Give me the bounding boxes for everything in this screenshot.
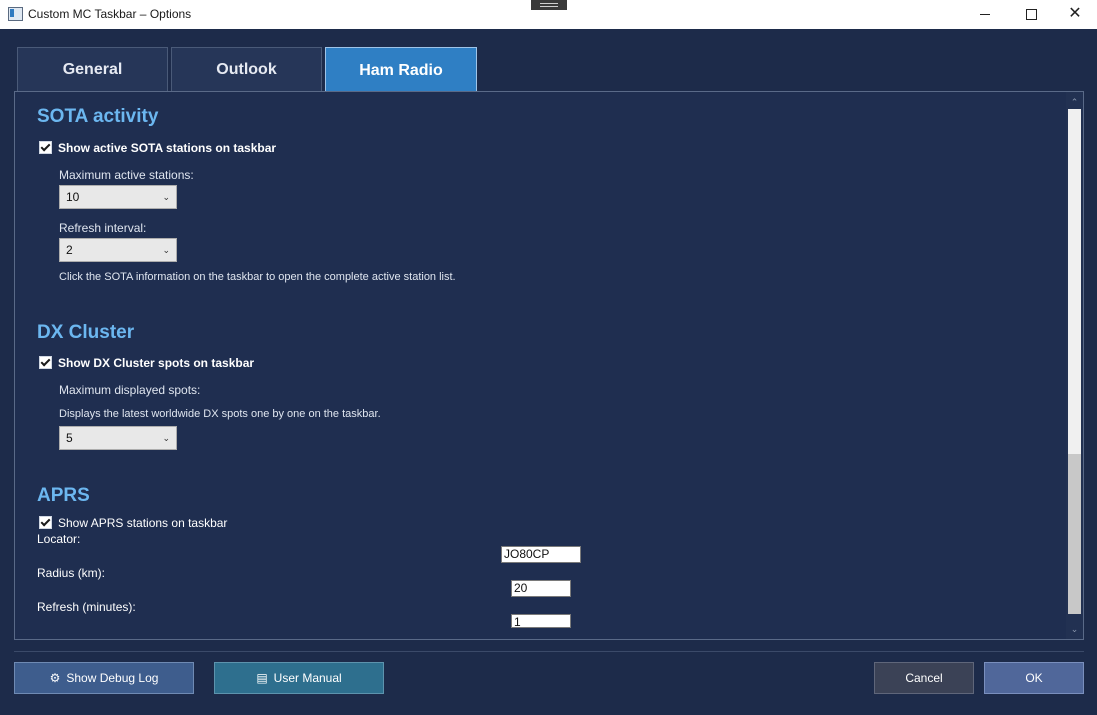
checkbox-checked-icon[interactable] <box>39 356 52 369</box>
dx-hint: Displays the latest worldwide DX spots o… <box>59 408 381 420</box>
window-title: Custom MC Taskbar – Options <box>28 7 192 21</box>
aprs-refresh-input[interactable]: 1 <box>511 614 571 628</box>
aprs-locator-label: Locator: <box>37 532 81 546</box>
show-debug-log-button[interactable]: ⚙ Show Debug Log <box>14 662 194 694</box>
title-bar: Custom MC Taskbar – Options ✕ <box>0 0 1097 29</box>
sota-refresh-label: Refresh interval: <box>59 221 147 235</box>
app-icon <box>8 7 23 21</box>
chevron-down-icon[interactable]: ⌄ <box>1066 621 1083 637</box>
sota-section-title: SOTA activity <box>37 106 159 127</box>
minimize-button[interactable] <box>962 0 1008 29</box>
debug-button-label: Show Debug Log <box>66 671 159 685</box>
sota-refresh-value: 2 <box>66 243 73 257</box>
aprs-radius-label: Radius (km): <box>37 566 106 580</box>
sota-max-value: 10 <box>66 190 80 204</box>
scroll-thumb[interactable] <box>1068 454 1081 614</box>
vertical-scrollbar[interactable]: ⌃ ⌄ <box>1066 92 1083 639</box>
tab-general[interactable]: General <box>17 47 168 91</box>
maximize-button[interactable] <box>1008 0 1054 29</box>
aprs-radius-input[interactable]: 20 <box>511 580 571 597</box>
close-button[interactable]: ✕ <box>1052 0 1097 29</box>
chevron-down-icon: ⌄ <box>162 192 170 202</box>
tab-ham-radio[interactable]: Ham Radio <box>325 47 477 91</box>
checkbox-checked-icon[interactable] <box>39 141 52 154</box>
checkbox-checked-icon[interactable] <box>39 516 52 529</box>
gear-icon: ⚙ <box>49 671 61 685</box>
drag-handle-icon[interactable] <box>531 0 567 10</box>
sota-show-checkbox[interactable]: Show active SOTA stations on taskbar <box>39 141 276 155</box>
aprs-locator-input[interactable]: JO80CP <box>501 546 581 563</box>
aprs-section-title: APRS <box>37 485 90 506</box>
sota-max-label: Maximum active stations: <box>59 168 194 182</box>
tab-outlook[interactable]: Outlook <box>171 47 322 91</box>
dx-section-title: DX Cluster <box>37 322 135 343</box>
dx-show-label: Show DX Cluster spots on taskbar <box>58 356 255 370</box>
minimize-icon <box>980 13 990 15</box>
sota-show-label: Show active SOTA stations on taskbar <box>58 141 277 155</box>
chevron-down-icon: ⌄ <box>162 245 170 255</box>
user-manual-button[interactable]: ▤ User Manual <box>214 662 384 694</box>
chevron-down-icon: ⌄ <box>162 433 170 443</box>
ham-radio-panel: SOTA activity Show active SOTA stations … <box>14 91 1084 640</box>
ok-button[interactable]: OK <box>984 662 1084 694</box>
aprs-refresh-label: Refresh (minutes): <box>37 600 136 614</box>
close-icon: ✕ <box>1068 5 1082 22</box>
dx-max-select[interactable]: 5 ⌄ <box>59 426 177 450</box>
maximize-icon <box>1025 8 1037 20</box>
dx-show-checkbox[interactable]: Show DX Cluster spots on taskbar <box>39 356 254 370</box>
aprs-show-checkbox[interactable]: Show APRS stations on taskbar <box>39 516 227 530</box>
chevron-up-icon[interactable]: ⌃ <box>1066 94 1083 110</box>
dx-max-value: 5 <box>66 431 73 445</box>
dx-max-label: Maximum displayed spots: <box>59 383 201 397</box>
manual-button-label: User Manual <box>273 671 342 685</box>
sota-refresh-select[interactable]: 2 ⌄ <box>59 238 177 262</box>
cancel-button[interactable]: Cancel <box>874 662 974 694</box>
aprs-show-label: Show APRS stations on taskbar <box>58 516 228 530</box>
sota-hint: Click the SOTA information on the taskba… <box>59 271 456 283</box>
scroll-track[interactable] <box>1068 109 1081 454</box>
footer-divider <box>14 651 1084 652</box>
sota-max-select[interactable]: 10 ⌄ <box>59 185 177 209</box>
document-icon: ▤ <box>256 671 268 685</box>
